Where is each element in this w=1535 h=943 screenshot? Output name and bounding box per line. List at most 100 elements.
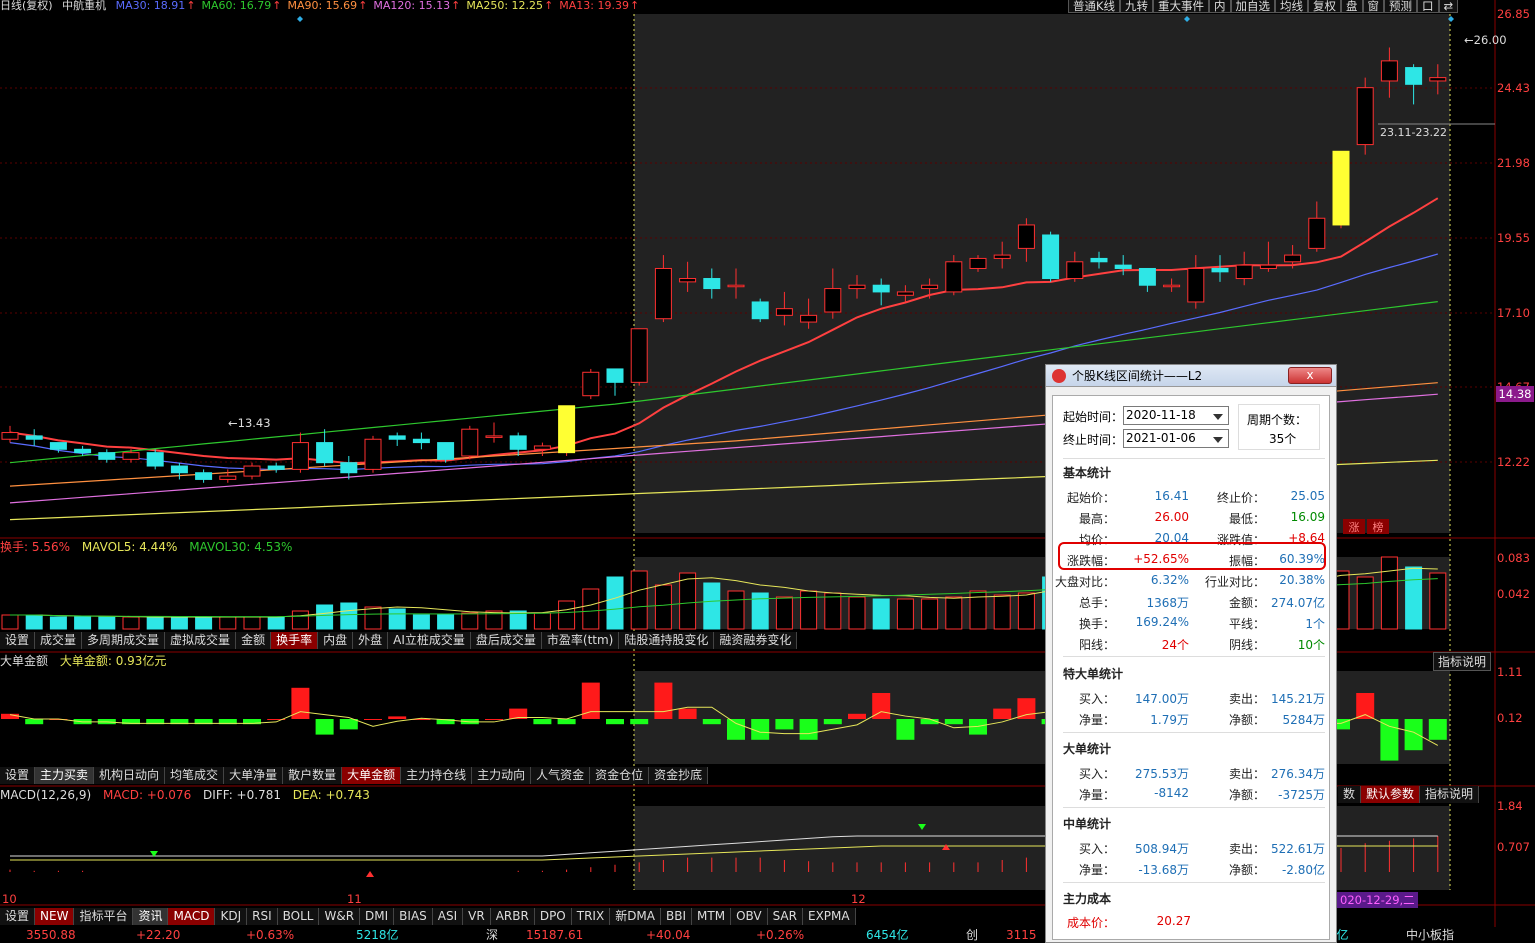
volume-indicator: 换手: 5.56% MAVOL5: 4.44% MAVOL30: 4.53% (0, 540, 300, 554)
volume-bar (775, 596, 793, 630)
macd_btns-item-0[interactable]: 数 (1338, 786, 1362, 803)
tabs2-item-6[interactable]: 大单金额 (342, 767, 402, 784)
stat-value: 522.61万 (1271, 842, 1325, 856)
dadan-bar (1380, 719, 1399, 761)
tabs1-item-4[interactable]: 金额 (236, 632, 272, 649)
tabs1-item-6[interactable]: 内盘 (318, 632, 354, 649)
tabs3-item-1[interactable]: NEW (35, 908, 75, 925)
tabs1-item-10[interactable]: 市盈率(ttm) (541, 632, 620, 649)
tabs2-item-0[interactable]: 设置 (0, 767, 36, 784)
candle-body (340, 462, 358, 474)
tabs1-item-3[interactable]: 虚拟成交量 (165, 632, 237, 649)
volume-bar (388, 608, 406, 630)
candle-body (1066, 261, 1084, 280)
tabs1-item-0[interactable]: 设置 (0, 632, 36, 649)
tabs3-item-8[interactable]: W&R (319, 908, 361, 925)
cost-value: 20.27 (1156, 914, 1191, 928)
ticker-item-0: 3550.88 (26, 928, 76, 942)
tabs3-item-3[interactable]: 资讯 (133, 908, 169, 925)
tabs2-item-7[interactable]: 主力持仓线 (401, 767, 473, 784)
macd_btns-item-1[interactable]: 默认参数 (1361, 786, 1421, 803)
candle-body (945, 261, 963, 293)
zhang-badge[interactable]: 涨 (1343, 519, 1365, 534)
tabs1-item-11[interactable]: 陆股通持股变化 (619, 632, 715, 649)
tabs3-item-21[interactable]: EXPMA (802, 908, 856, 925)
tabs2-item-4[interactable]: 大单净量 (224, 767, 284, 784)
volume-bar (243, 616, 261, 630)
candle-body (146, 452, 164, 467)
tabs1-item-8[interactable]: AI立桩成交量 (388, 632, 471, 649)
indicator-tabs: 设置 NEW 指标平台 资讯 MACD KDJ RSI BOLL W&R DMI BIAS ASI VR… (0, 908, 856, 925)
tabs3-item-15[interactable]: TRIX (571, 908, 611, 925)
tabs2-item-2[interactable]: 机构日动向 (94, 767, 166, 784)
tabs2-item-1[interactable]: 主力买卖 (35, 767, 95, 784)
candle-body (1017, 224, 1035, 249)
macd_btns-item-2[interactable]: 指标说明 (1420, 786, 1480, 803)
tabs3-item-13[interactable]: ARBR (490, 908, 535, 925)
tabs1-item-7[interactable]: 外盘 (353, 632, 389, 649)
tabs3-item-16[interactable]: 新DMA (610, 908, 661, 925)
dea-value: DEA: +0.743 (292, 788, 370, 802)
close-button[interactable]: x (1288, 367, 1332, 384)
tabs3-item-4[interactable]: MACD (168, 908, 216, 925)
tabs3-item-17[interactable]: BBI (661, 908, 693, 925)
dadan-bar (944, 719, 963, 725)
stat-label: 阳线： (1078, 638, 1115, 652)
tabs2-item-8[interactable]: 主力动向 (472, 767, 532, 784)
tabs3-item-0[interactable]: 设置 (0, 908, 36, 925)
macd-indicator: MACD(12,26,9) MACD: +0.076 DIFF: +0.781 … (0, 788, 378, 802)
candle-body (364, 438, 382, 470)
tabs3-item-6[interactable]: RSI (247, 908, 278, 925)
dadan-bar (388, 716, 407, 719)
tabs1-item-12[interactable]: 融资融券变化 (714, 632, 798, 649)
stat-value: -2.80亿 (1281, 863, 1325, 877)
price_axis-label-3: 19.55 (1497, 231, 1530, 245)
tabs3-item-20[interactable]: SAR (767, 908, 803, 925)
end-time-label: 终止时间： (1063, 433, 1124, 447)
tabs3-item-9[interactable]: DMI (360, 908, 395, 925)
volume-bar (727, 590, 745, 630)
stat-label: 买入： (1078, 842, 1115, 856)
dadan-bar (848, 713, 866, 719)
tabs2-item-10[interactable]: 资金仓位 (590, 767, 650, 784)
dadan-bar (1404, 719, 1423, 751)
candle-body (243, 465, 261, 477)
tabs3-item-11[interactable]: ASI (432, 908, 464, 925)
tabs3-item-7[interactable]: BOLL (277, 908, 320, 925)
tabs3-item-12[interactable]: VR (463, 908, 491, 925)
tabs3-item-10[interactable]: BIAS (394, 908, 433, 925)
dadan-indicator: 大单金额 大单金额: 0.93亿元 (0, 654, 174, 668)
tabs3-item-19[interactable]: OBV (731, 908, 768, 925)
tabs2-item-9[interactable]: 人气资金 (531, 767, 591, 784)
tabs1-item-2[interactable]: 多周期成交量 (82, 632, 166, 649)
bang-badge[interactable]: 榜 (1367, 519, 1389, 534)
tabs3-item-2[interactable]: 指标平台 (74, 908, 134, 925)
tabs3-item-18[interactable]: MTM (692, 908, 732, 925)
period-box: 周期个数： 35个 (1238, 404, 1320, 450)
dadan-bar (727, 719, 745, 740)
dadan-bar (823, 719, 842, 725)
tabs3-item-5[interactable]: KDJ (215, 908, 248, 925)
tabs1-item-9[interactable]: 盘后成交量 (470, 632, 542, 649)
tabs2-item-11[interactable]: 资金抄底 (649, 767, 709, 784)
stat-value: 145.21万 (1271, 692, 1325, 706)
stat-value: 1个 (1305, 617, 1325, 631)
start-time-select[interactable]: 2020-11-18 (1123, 406, 1229, 425)
stat-label: 阴线： (1228, 638, 1265, 652)
tabs3-item-14[interactable]: DPO (534, 908, 572, 925)
volume-bar (1017, 592, 1035, 630)
volume-bar (364, 606, 382, 630)
volume-bar (170, 616, 188, 630)
dadan-value: 大单金额: 0.93亿元 (59, 654, 167, 668)
indicator-help-button-1[interactable]: 指标说明 (1433, 652, 1492, 671)
tabs1-item-1[interactable]: 成交量 (35, 632, 83, 649)
end-time-select[interactable]: 2021-01-06 (1123, 429, 1229, 448)
tabs2-item-5[interactable]: 散户数量 (283, 767, 343, 784)
tabs2-item-3[interactable]: 均笔成交 (165, 767, 225, 784)
macd-value: MACD: +0.076 (102, 788, 192, 802)
candle-body (388, 435, 406, 440)
ticker-item-2: +0.63% (246, 928, 295, 942)
stat-value: 169.24% (1135, 615, 1189, 629)
big-order-heading: 大单统计 (1063, 742, 1112, 756)
tabs1-item-5[interactable]: 换手率 (271, 632, 319, 649)
